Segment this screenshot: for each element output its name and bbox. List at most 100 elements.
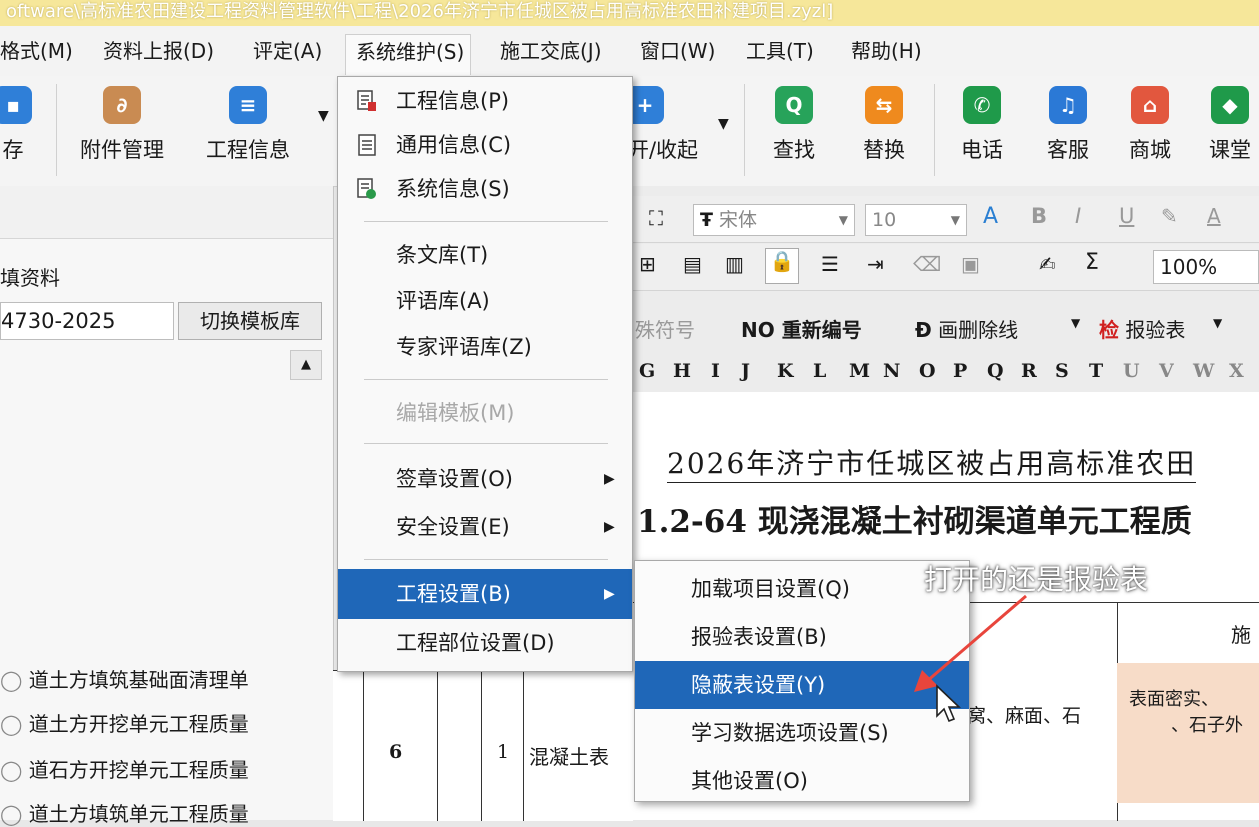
headset-icon: ♫ <box>1049 86 1087 124</box>
menu-item-project-part-settings[interactable]: 工程部位设置(D) <box>338 621 632 665</box>
column-letter: T <box>1089 360 1104 382</box>
menu-bar: 格式(M) 资料上报(D) 评定(A) 系统维护(S) 施工交底(J) 窗口(W… <box>0 26 1259 77</box>
submenu-item-other-settings[interactable]: 其他设置(O) <box>635 757 969 805</box>
menu-help[interactable]: 帮助(H) <box>851 38 922 64</box>
edit-icon[interactable]: ✍ <box>1039 252 1056 276</box>
chevron-down-icon: ▼ <box>838 213 848 227</box>
highlight-icon[interactable]: ✎ <box>1161 204 1178 228</box>
tree-item-label: 道土方填筑基础面清理单 <box>28 668 249 692</box>
zoom-select[interactable]: 100% <box>1153 250 1259 284</box>
highlighted-cell[interactable]: 表面密实、 、石子外 <box>1117 663 1259 803</box>
special-chars-button[interactable]: 殊符号 <box>635 314 695 343</box>
graduation-icon: ◆ <box>1211 86 1249 124</box>
shop-label: 商城 <box>1129 138 1171 162</box>
scroll-up-icon[interactable]: ▲ <box>290 350 322 380</box>
shop-button[interactable]: ⌂ 商城 <box>1120 86 1180 164</box>
menu-item-clause-library[interactable]: 条文库(T) <box>338 233 632 277</box>
menu-evaluate[interactable]: 评定(A) <box>253 38 322 64</box>
table-icon[interactable]: ▤ <box>683 252 702 276</box>
menu-separator <box>364 559 608 560</box>
standard-code-field[interactable]: 4730-2025 <box>0 302 174 340</box>
customer-service-button[interactable]: ♫ 客服 <box>1038 86 1098 164</box>
shop-icon: ⌂ <box>1131 86 1169 124</box>
image-icon[interactable]: ▣ <box>961 252 980 276</box>
merge-cells-icon[interactable]: ▥ <box>725 252 744 276</box>
text-style-icon[interactable]: A <box>983 204 998 229</box>
clear-format-icon[interactable]: ⌫ <box>913 252 941 276</box>
tree-item[interactable]: ◯ 道土方填筑单元工程质量 <box>0 798 249 827</box>
tree-item[interactable]: ◯ 道土方填筑基础面清理单 <box>0 664 249 693</box>
project-info-button[interactable]: ≡ 工程信息 <box>196 86 300 164</box>
italic-icon[interactable]: I <box>1075 204 1081 228</box>
menu-item-label: 安全设置(E) <box>396 515 510 539</box>
menu-system-maintenance[interactable]: 系统维护(S) <box>345 34 472 75</box>
column-letter: Q <box>987 360 1004 382</box>
row-number-cell: 6 <box>389 741 403 763</box>
general-info-icon <box>358 134 376 156</box>
submenu-item-label: 隐蔽表设置(Y) <box>691 673 826 697</box>
toolbar-separator <box>934 84 935 176</box>
switch-template-button[interactable]: 切换模板库 <box>178 302 322 340</box>
zoom-value: 100% <box>1160 255 1218 279</box>
renumber-button[interactable]: NO 重新编号 <box>741 314 862 343</box>
window-title: oftware\高标准农田建设工程资料管理软件\工程\2026年济宁市任城区被占… <box>6 1 834 22</box>
toolbar-separator <box>56 84 57 176</box>
dropdown-arrow-icon[interactable]: ▼ <box>1213 316 1222 330</box>
expand-collapse-label: 开/收起 <box>627 138 699 162</box>
tree-item[interactable]: ◯ 道石方开挖单元工程质量 <box>0 754 249 783</box>
submenu-item-label: 报验表设置(B) <box>691 625 827 649</box>
replace-button[interactable]: ⇆ 替换 <box>854 86 914 164</box>
column-letter: H <box>673 360 691 382</box>
format-painter-icon[interactable]: ⛶ <box>649 206 663 230</box>
phone-button[interactable]: ✆ 电话 <box>952 86 1012 164</box>
sum-icon[interactable]: Σ <box>1085 250 1099 275</box>
menu-item-signature-settings[interactable]: 签章设置(O) ▶ <box>338 457 632 501</box>
tree-item-label: 道土方填筑单元工程质量 <box>28 802 249 826</box>
format-toolbar-row1: ⛶ Ŧ 宋体 ▼ 10 ▼ A B I U ✎ A <box>633 196 1259 243</box>
menu-tools[interactable]: 工具(T) <box>746 38 814 64</box>
menu-item-security-settings[interactable]: 安全设置(E) ▶ <box>338 505 632 549</box>
tree-item-label: 道土方开挖单元工程质量 <box>28 712 249 736</box>
classroom-button[interactable]: ◆ 课堂 <box>1200 86 1259 164</box>
tree-item[interactable]: ◯ 道土方开挖单元工程质量 <box>0 708 249 737</box>
menu-item-project-info[interactable]: 工程信息(P) <box>338 79 632 123</box>
menu-item-general-info[interactable]: 通用信息(C) <box>338 123 632 167</box>
menu-report[interactable]: 资料上报(D) <box>103 38 214 64</box>
column-letter: I <box>711 360 720 382</box>
menu-format[interactable]: 格式(M) <box>0 38 73 64</box>
submenu-item-learning-data-settings[interactable]: 学习数据选项设置(S) <box>635 709 969 757</box>
menu-window[interactable]: 窗口(W) <box>640 38 715 64</box>
menu-item-comment-library[interactable]: 评语库(A) <box>338 279 632 323</box>
column-letter: R <box>1021 360 1037 382</box>
bold-icon[interactable]: B <box>1031 204 1047 228</box>
find-button[interactable]: Q 查找 <box>764 86 824 164</box>
column-letter: M <box>849 360 871 382</box>
lock-icon[interactable]: 🔒 <box>765 248 799 284</box>
strikethrough-button[interactable]: Ð 画删除线 <box>915 314 1018 343</box>
save-button[interactable]: ▪ 存 <box>0 86 36 164</box>
attachment-button[interactable]: ∂ 附件管理 <box>72 86 172 164</box>
menu-item-system-info[interactable]: 系统信息(S) <box>338 167 632 211</box>
inspection-table-button[interactable]: 检 报验表 <box>1099 314 1185 343</box>
font-name-select[interactable]: Ŧ 宋体 ▼ <box>693 204 855 236</box>
dropdown-arrow-icon[interactable]: ▼ <box>318 108 329 124</box>
menu-item-project-settings[interactable]: 工程设置(B) ▶ <box>338 569 632 619</box>
submenu-item-label: 加载项目设置(Q) <box>691 577 850 601</box>
menu-construction[interactable]: 施工交底(J) <box>500 38 602 64</box>
dropdown-arrow-icon[interactable]: ▼ <box>1071 316 1080 330</box>
dropdown-arrow-icon[interactable]: ▼ <box>718 116 729 132</box>
column-letter: O <box>919 360 936 382</box>
font-name-value: 宋体 <box>719 209 758 231</box>
menu-item-expert-comment-library[interactable]: 专家评语库(Z) <box>338 325 632 369</box>
underline-icon[interactable]: U <box>1119 204 1134 228</box>
insert-row-icon[interactable]: ⊞ <box>639 252 656 276</box>
font-color-icon[interactable]: A <box>1207 204 1221 228</box>
indent-icon[interactable]: ⇥ <box>867 252 884 276</box>
menu-item-label: 评语库(A) <box>396 289 490 313</box>
column-letter: X <box>1229 360 1244 382</box>
font-size-select[interactable]: 10 ▼ <box>865 204 967 236</box>
font-size-value: 10 <box>872 209 897 231</box>
cell-text: 窝、麻面、石 <box>967 705 1082 727</box>
project-info-label: 工程信息 <box>206 138 290 162</box>
line-spacing-icon[interactable]: ☰ <box>821 252 839 276</box>
